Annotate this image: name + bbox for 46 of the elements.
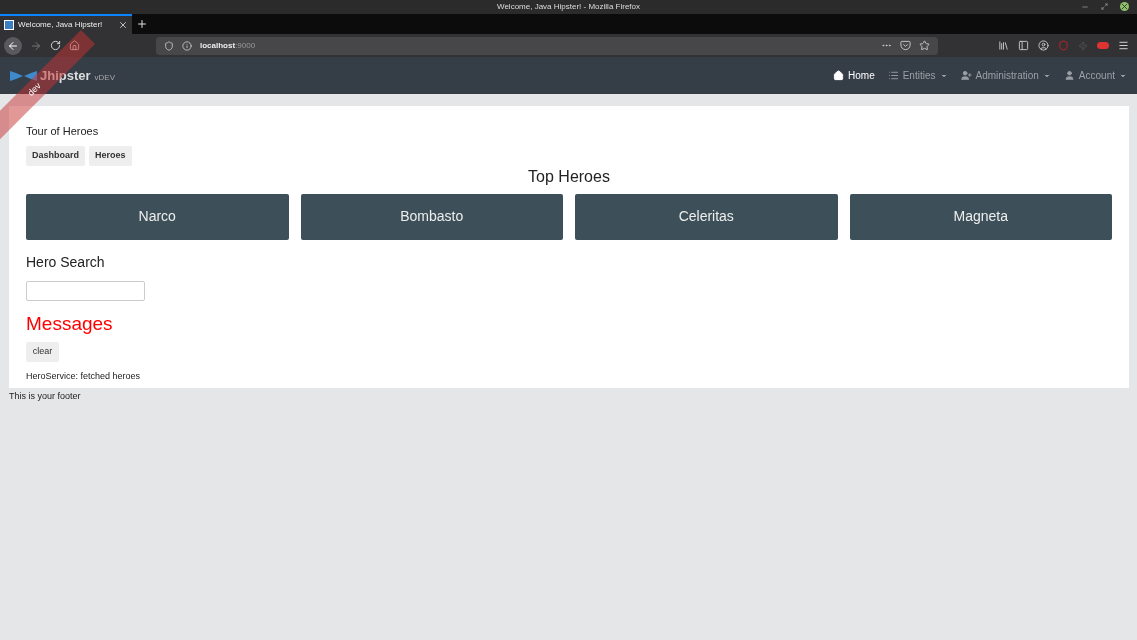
hero-tile[interactable]: Magneta — [849, 193, 1112, 240]
user-icon — [1063, 70, 1075, 81]
reload-icon[interactable] — [50, 40, 61, 51]
bowtie-logo-icon[interactable] — [10, 69, 37, 82]
nav-link[interactable]: Entities — [887, 68, 948, 83]
hero-tile[interactable]: Narco — [26, 193, 289, 240]
extension-icon[interactable] — [1097, 42, 1109, 49]
section-heading: Hero Search — [26, 252, 106, 272]
menu-icon[interactable] — [1118, 40, 1129, 51]
close-tab-icon[interactable] — [118, 20, 128, 30]
library-icon[interactable] — [998, 40, 1009, 51]
search-field[interactable] — [26, 280, 145, 301]
add-user-icon — [960, 70, 972, 81]
account-icon[interactable] — [1038, 40, 1049, 51]
new-tab-icon[interactable] — [136, 18, 148, 30]
message-text: HeroService: fetched heroes — [26, 370, 142, 383]
hero-tile[interactable]: Celeritas — [575, 193, 838, 240]
version-label: vDEV — [94, 71, 116, 84]
hero-tile[interactable]: Bombasto — [300, 193, 563, 240]
back-button[interactable] — [4, 36, 22, 55]
browser-tab[interactable]: Welcome, Java Hipster! — [0, 14, 132, 34]
nav-button[interactable]: Dashboard — [26, 145, 85, 166]
sidebar-icon[interactable] — [1018, 40, 1029, 51]
list-icon — [887, 70, 899, 81]
back-icon — [7, 39, 19, 52]
address-bar[interactable]: localhost:9000 — [156, 36, 938, 55]
clear-button[interactable]: clear — [26, 342, 59, 362]
nav-link[interactable]: Administration — [960, 68, 1051, 83]
home-icon — [833, 70, 844, 81]
app-title: Tour of Heroes — [26, 124, 100, 139]
close-icon[interactable] — [1120, 2, 1129, 11]
maximize-icon[interactable] — [1101, 3, 1108, 10]
nav-link[interactable]: Home — [833, 68, 875, 83]
nav-link[interactable]: Account — [1063, 68, 1127, 83]
home-icon[interactable] — [69, 40, 80, 51]
nav-button[interactable]: Heroes — [89, 145, 132, 166]
star-icon[interactable] — [919, 40, 930, 51]
url-text: localhost:9000 — [200, 39, 257, 52]
footer-text: This is your footer — [9, 390, 82, 403]
section-heading: Top Heroes — [527, 166, 611, 187]
favicon-icon — [4, 20, 14, 30]
brand-name[interactable]: Jhipster — [40, 65, 91, 86]
info-icon[interactable] — [182, 40, 192, 51]
pocket-icon[interactable] — [900, 40, 911, 51]
messages-heading: Messages — [26, 311, 114, 336]
window-title: Welcome, Java Hipster! - Mozilla Firefox — [497, 1, 640, 13]
